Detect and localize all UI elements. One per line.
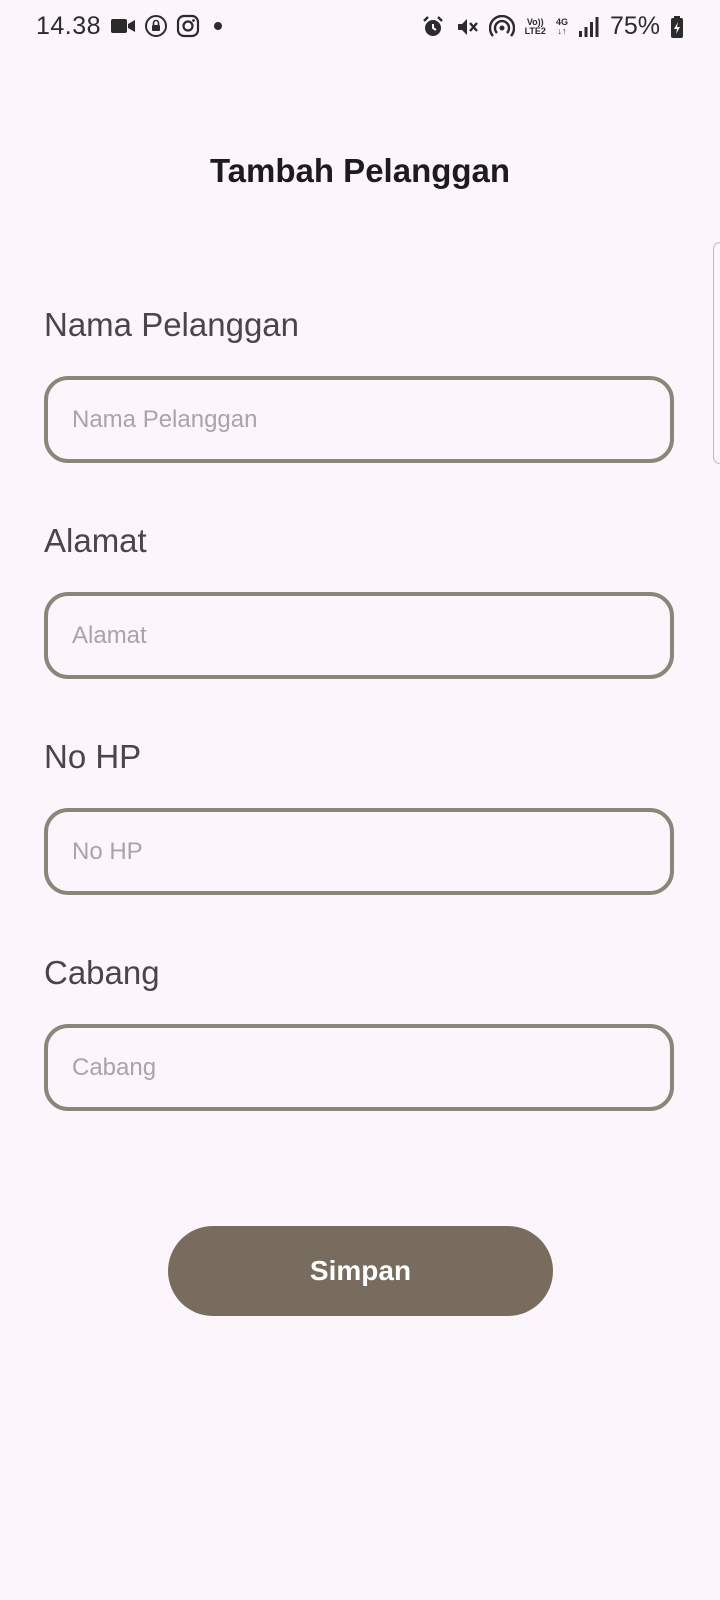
4g-icon: 4G ↓↑ xyxy=(556,17,568,36)
alamat-field[interactable] xyxy=(44,592,674,679)
save-button[interactable]: Simpan xyxy=(168,1226,553,1316)
status-bar: 14.38 Vo)) LTE2 4G ↓↑ 75% xyxy=(0,0,720,52)
instagram-icon xyxy=(176,14,200,38)
notification-dot-icon xyxy=(208,16,228,36)
nama-pelanggan-label: Nama Pelanggan xyxy=(44,306,300,343)
lte-label: LTE2 xyxy=(524,25,546,36)
video-camera-icon xyxy=(110,16,136,36)
status-right-icons: Vo)) LTE2 4G ↓↑ 75% xyxy=(421,12,684,41)
hotspot-icon xyxy=(488,14,515,39)
no-hp-field[interactable] xyxy=(44,808,674,895)
nama-pelanggan-field[interactable] xyxy=(44,376,674,463)
cabang-input[interactable] xyxy=(48,1028,670,1107)
nama-pelanggan-input[interactable] xyxy=(48,380,670,459)
page-title: Tambah Pelanggan xyxy=(209,152,511,189)
alarm-icon xyxy=(421,15,445,39)
battery-percentage: 75% xyxy=(609,12,660,40)
cabang-label: Cabang xyxy=(44,954,160,991)
mute-icon xyxy=(455,15,479,39)
data-arrows-icon: ↓↑ xyxy=(557,25,567,36)
status-left-icons xyxy=(110,14,228,38)
edge-panel-handle[interactable] xyxy=(713,242,720,464)
lock-circle-icon xyxy=(144,14,168,38)
alamat-input[interactable] xyxy=(48,596,670,675)
signal-icon xyxy=(578,16,600,38)
alamat-label: Alamat xyxy=(44,522,147,559)
no-hp-input[interactable] xyxy=(48,812,670,891)
volte-icon: Vo)) LTE2 xyxy=(524,17,546,36)
cabang-field[interactable] xyxy=(44,1024,674,1111)
no-hp-label: No HP xyxy=(44,738,142,775)
battery-icon xyxy=(670,15,684,39)
status-time: 14.38 xyxy=(36,12,102,40)
